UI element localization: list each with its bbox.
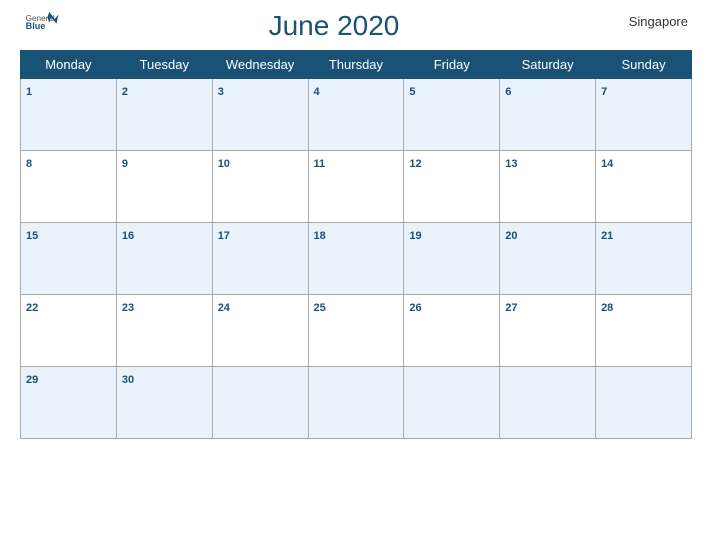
calendar-cell-3-1: 23 [116, 295, 212, 367]
date-num-30: 30 [122, 374, 134, 386]
calendar-cell-4-1: 30 [116, 367, 212, 439]
calendar-cell-0-0: 1 [21, 79, 117, 151]
date-num-9: 9 [122, 158, 128, 170]
header-thursday: Thursday [308, 51, 404, 79]
calendar-cell-4-4 [404, 367, 500, 439]
header-sunday: Sunday [596, 51, 692, 79]
date-num-2: 2 [122, 86, 128, 98]
date-num-11: 11 [314, 158, 326, 170]
date-num-29: 29 [26, 374, 38, 386]
header-monday: Monday [21, 51, 117, 79]
calendar-cell-1-5: 13 [500, 151, 596, 223]
week-row-2: 8 9 10 11 12 13 14 [21, 151, 692, 223]
date-num-8: 8 [26, 158, 32, 170]
date-num-17: 17 [218, 230, 230, 242]
calendar-cell-1-6: 14 [596, 151, 692, 223]
date-num-13: 13 [505, 158, 517, 170]
calendar-cell-2-1: 16 [116, 223, 212, 295]
calendar-cell-3-5: 27 [500, 295, 596, 367]
logo-icon: General Blue [24, 10, 60, 30]
date-num-25: 25 [314, 302, 326, 314]
calendar-cell-3-4: 26 [404, 295, 500, 367]
date-num-26: 26 [409, 302, 421, 314]
calendar-cell-1-2: 10 [212, 151, 308, 223]
svg-text:Blue: Blue [26, 21, 46, 30]
date-num-5: 5 [409, 86, 415, 98]
calendar-cell-2-4: 19 [404, 223, 500, 295]
calendar-cell-4-6 [596, 367, 692, 439]
date-num-15: 15 [26, 230, 38, 242]
calendar-cell-3-0: 22 [21, 295, 117, 367]
calendar-region: Singapore [608, 10, 688, 29]
date-num-4: 4 [314, 86, 320, 98]
calendar-cell-0-5: 6 [500, 79, 596, 151]
week-row-5: 29 30 [21, 367, 692, 439]
date-num-21: 21 [601, 230, 613, 242]
calendar-cell-1-1: 9 [116, 151, 212, 223]
calendar-cell-4-3 [308, 367, 404, 439]
calendar-cell-2-3: 18 [308, 223, 404, 295]
logo: General Blue [24, 10, 60, 30]
calendar-cell-2-5: 20 [500, 223, 596, 295]
date-num-14: 14 [601, 158, 613, 170]
calendar-cell-3-2: 24 [212, 295, 308, 367]
date-num-6: 6 [505, 86, 511, 98]
calendar-cell-0-4: 5 [404, 79, 500, 151]
date-num-7: 7 [601, 86, 607, 98]
date-num-22: 22 [26, 302, 38, 314]
date-num-10: 10 [218, 158, 230, 170]
header-tuesday: Tuesday [116, 51, 212, 79]
date-num-1: 1 [26, 86, 32, 98]
calendar-cell-4-2 [212, 367, 308, 439]
date-num-19: 19 [409, 230, 421, 242]
calendar-cell-0-6: 7 [596, 79, 692, 151]
calendar-cell-3-3: 25 [308, 295, 404, 367]
date-num-18: 18 [314, 230, 326, 242]
calendar-cell-0-1: 2 [116, 79, 212, 151]
calendar-cell-4-5 [500, 367, 596, 439]
calendar-cell-2-2: 17 [212, 223, 308, 295]
calendar-header: General Blue June 2020 Singapore [20, 10, 692, 42]
calendar-cell-0-3: 4 [308, 79, 404, 151]
header-friday: Friday [404, 51, 500, 79]
calendar-cell-3-6: 28 [596, 295, 692, 367]
week-row-3: 15 16 17 18 19 20 21 [21, 223, 692, 295]
calendar-cell-1-4: 12 [404, 151, 500, 223]
calendar-cell-1-0: 8 [21, 151, 117, 223]
date-num-20: 20 [505, 230, 517, 242]
header-wednesday: Wednesday [212, 51, 308, 79]
calendar-cell-2-6: 21 [596, 223, 692, 295]
date-num-12: 12 [409, 158, 421, 170]
date-num-3: 3 [218, 86, 224, 98]
calendar-cell-4-0: 29 [21, 367, 117, 439]
date-num-27: 27 [505, 302, 517, 314]
calendar-table: Monday Tuesday Wednesday Thursday Friday… [20, 50, 692, 439]
calendar-cell-2-0: 15 [21, 223, 117, 295]
date-num-28: 28 [601, 302, 613, 314]
calendar-title: June 2020 [60, 10, 608, 42]
date-num-16: 16 [122, 230, 134, 242]
days-header-row: Monday Tuesday Wednesday Thursday Friday… [21, 51, 692, 79]
date-num-23: 23 [122, 302, 134, 314]
week-row-4: 22 23 24 25 26 27 28 [21, 295, 692, 367]
calendar-cell-1-3: 11 [308, 151, 404, 223]
header-saturday: Saturday [500, 51, 596, 79]
week-row-1: 1 2 3 4 5 6 7 [21, 79, 692, 151]
date-num-24: 24 [218, 302, 230, 314]
calendar-cell-0-2: 3 [212, 79, 308, 151]
